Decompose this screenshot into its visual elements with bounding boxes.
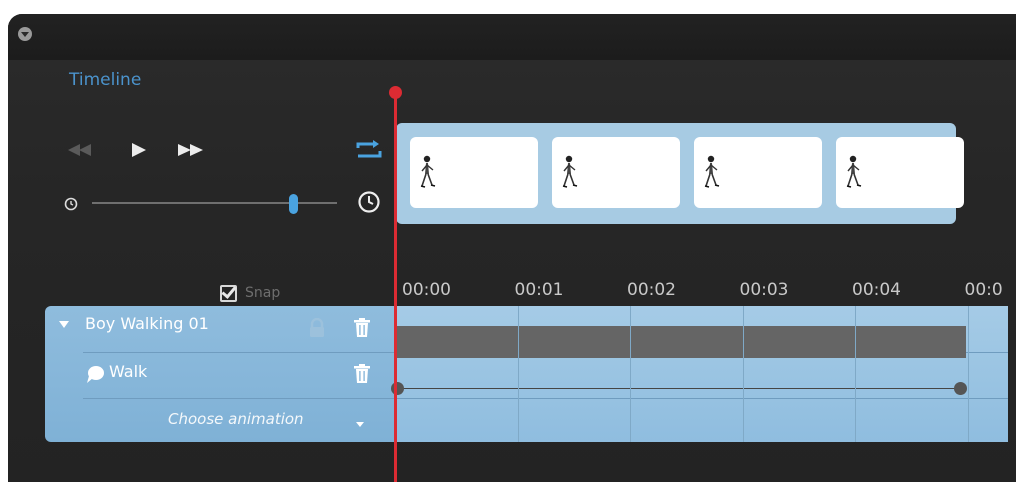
ruler-tick-label: 00:03 — [739, 280, 789, 300]
choose-animation-dropdown[interactable]: Choose animation — [168, 410, 304, 428]
speed-slider-thumb[interactable] — [288, 194, 298, 214]
collapse-panel-button[interactable] — [18, 27, 32, 41]
track-object-label[interactable]: Boy Walking 01 — [85, 314, 209, 333]
loop-icon[interactable] — [355, 139, 383, 161]
clock-large-icon — [357, 190, 381, 214]
checkbox-checked-icon — [220, 284, 237, 302]
time-grid-line — [630, 306, 631, 442]
playhead-line — [394, 92, 397, 482]
rewind-icon[interactable] — [68, 143, 104, 161]
panel-title: Timeline — [69, 70, 142, 90]
trash-icon[interactable] — [354, 318, 370, 338]
track-animation-label[interactable]: Walk — [109, 362, 147, 381]
ruler-tick-label: 00:0 — [964, 280, 1003, 300]
preview-frame[interactable] — [694, 137, 822, 208]
time-ruler[interactable]: 00:00 00:01 00:02 00:03 00:04 00:0 — [396, 268, 1008, 308]
preview-frame[interactable] — [836, 137, 964, 208]
preview-frame-strip — [396, 123, 964, 224]
track-list: Boy Walking 01 Walk Choose animation — [45, 306, 397, 442]
track-lanes[interactable] — [391, 306, 1008, 442]
object-clip-bar[interactable] — [397, 326, 966, 358]
playhead-handle[interactable] — [389, 86, 402, 99]
lock-icon[interactable] — [308, 318, 326, 338]
chevron-down-icon[interactable] — [356, 422, 364, 427]
preview-frame[interactable] — [410, 137, 538, 208]
ruler-tick-label: 00:04 — [852, 280, 901, 300]
ruler-tick-label: 00:01 — [514, 280, 564, 300]
animation-end-keyframe[interactable] — [954, 382, 967, 395]
speech-bubble-icon — [87, 366, 104, 383]
animation-start-keyframe[interactable] — [391, 382, 404, 395]
play-icon[interactable] — [130, 143, 152, 161]
fast-forward-icon[interactable] — [176, 143, 212, 161]
time-grid-line — [517, 306, 519, 442]
expand-triangle-icon[interactable] — [59, 321, 69, 328]
row-divider — [83, 352, 397, 353]
row-divider — [83, 398, 397, 399]
animation-clip-line[interactable] — [397, 388, 966, 389]
trash-icon[interactable] — [354, 364, 370, 384]
ruler-tick-label: 00:00 — [402, 280, 451, 300]
ruler-tick-label: 00:02 — [627, 280, 676, 300]
time-grid-line — [967, 306, 969, 442]
preview-frame[interactable] — [552, 137, 680, 208]
snap-checkbox[interactable]: Snap — [220, 282, 280, 304]
snap-label: Snap — [245, 285, 281, 301]
time-grid-line — [742, 306, 744, 442]
time-grid-line — [855, 306, 856, 442]
lane-divider — [397, 398, 1008, 399]
panel-header-bar — [8, 14, 1016, 60]
speed-slider[interactable] — [92, 194, 337, 214]
clock-small-icon — [64, 196, 78, 211]
